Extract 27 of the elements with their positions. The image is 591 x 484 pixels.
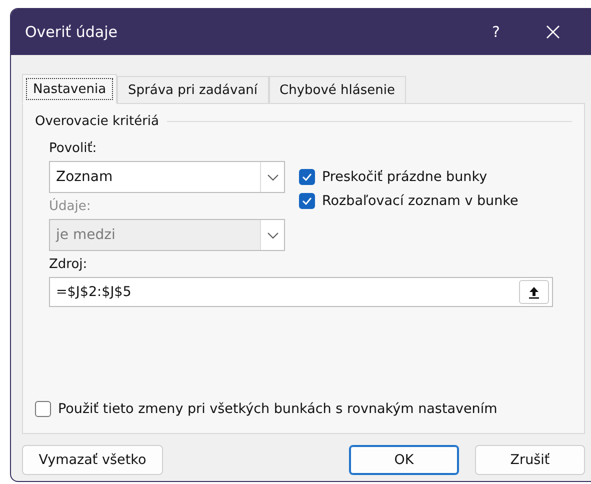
- field-label: Zdroj:: [49, 257, 88, 272]
- tab[interactable]: Správa pri zadávaní: [117, 76, 269, 103]
- close-icon: [546, 25, 560, 39]
- field-label: Údaje:: [49, 199, 92, 214]
- group-title: Overovacie kritériá: [35, 114, 159, 129]
- clear-all-button[interactable]: Vymazať všetko: [22, 445, 163, 475]
- tab[interactable]: Nastavenia: [22, 74, 118, 104]
- dropdown[interactable]: Zoznam: [49, 161, 285, 193]
- checkbox-label: Rozbaľovací zoznam v bunke: [322, 193, 518, 209]
- checkmark-icon: [302, 173, 312, 181]
- tab[interactable]: Chybové hlásenie: [268, 76, 406, 103]
- source-field[interactable]: =$J$2:$J$5: [49, 277, 553, 307]
- field-label: Povoliť:: [49, 141, 98, 156]
- checkbox[interactable]: [299, 169, 315, 185]
- checkbox-label: Preskočiť prázdne bunky: [322, 169, 488, 185]
- arrow-up-icon: [528, 286, 540, 298]
- ok-button[interactable]: OK: [349, 445, 459, 475]
- chevron-down-icon: [266, 174, 278, 180]
- checkmark-icon: [302, 197, 312, 205]
- collapse-button[interactable]: [519, 280, 549, 304]
- window-title: Overiť údaje: [25, 23, 119, 41]
- checkbox[interactable]: [35, 401, 51, 417]
- checkbox-label: Použiť tieto zmeny pri všetkých bunkách s rovnakým nastavením: [58, 401, 498, 417]
- cancel-button[interactable]: Zrušiť: [475, 445, 585, 475]
- chevron-down-icon: [266, 232, 278, 238]
- help-button[interactable]: ?: [471, 23, 521, 41]
- checkbox[interactable]: [299, 193, 315, 209]
